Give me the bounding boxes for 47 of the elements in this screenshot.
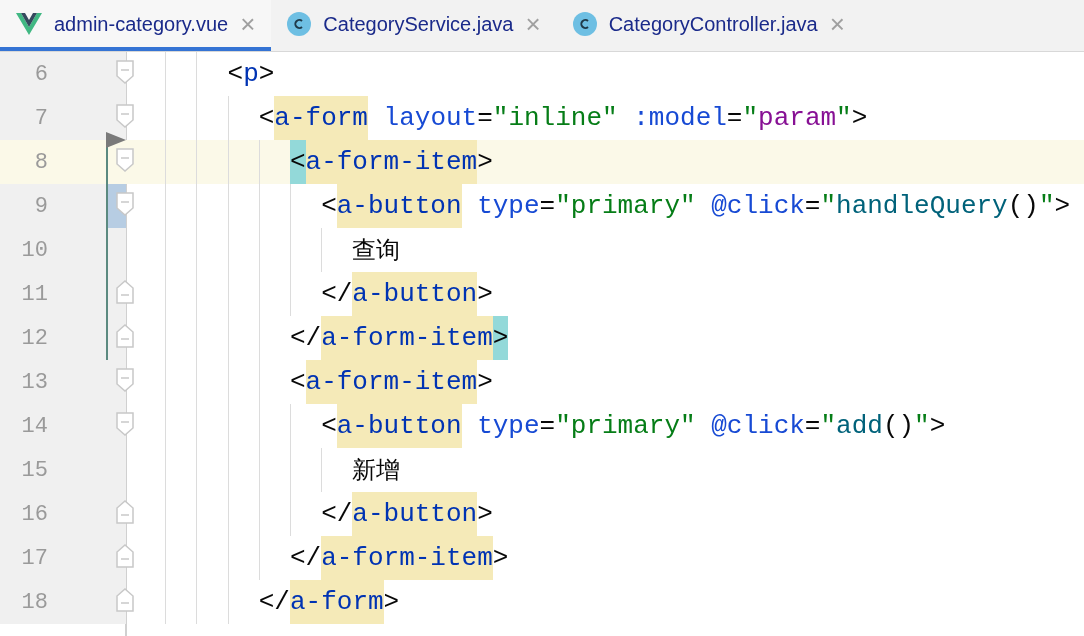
line-number: 14	[20, 412, 48, 441]
tab-label: admin-category.vue	[54, 11, 229, 37]
editor-tab[interactable]: CategoryService.java ×	[271, 0, 557, 51]
code-line: <a-form layout="inline" :model="param">	[258, 96, 868, 140]
vue-logo-icon	[16, 12, 42, 35]
fold-end-marker-icon[interactable]	[116, 500, 134, 524]
line-number: 15	[20, 456, 48, 485]
code-line: <p>	[227, 57, 275, 91]
fold-marker-icon[interactable]	[116, 148, 134, 172]
line-number: 18	[20, 588, 48, 617]
line-number: 10	[20, 236, 48, 265]
fold-end-marker-icon[interactable]	[116, 544, 134, 568]
line-number: 16	[20, 500, 48, 529]
fold-marker-icon[interactable]	[116, 412, 134, 436]
fold-end-marker-icon[interactable]	[116, 280, 134, 304]
code-line: </a-form-item>	[289, 316, 509, 360]
code-line: <a-form-item>	[289, 140, 493, 184]
fold-marker-icon[interactable]	[116, 192, 134, 216]
line-number: 11	[20, 280, 48, 309]
fold-end-marker-icon[interactable]	[116, 324, 134, 348]
tab-label: CategoryService.java	[323, 11, 514, 37]
fold-marker-icon[interactable]	[116, 60, 134, 84]
code-line: </a-button>	[321, 492, 493, 536]
editor-tab[interactable]: admin-category.vue ×	[0, 0, 272, 51]
code-line: </a-form-item>	[289, 536, 509, 580]
triangle-marker-icon	[106, 132, 126, 148]
tab-label: CategoryController.java	[608, 11, 818, 37]
line-number: 9	[33, 192, 48, 221]
fold-end-marker-icon[interactable]	[116, 588, 134, 612]
fold-marker-icon[interactable]	[116, 104, 134, 128]
line-number: 6	[33, 60, 48, 89]
code-line: <a-button type="primary" @click="handleQuery()">	[321, 184, 1071, 228]
class-icon	[572, 11, 597, 36]
line-number: 8	[33, 148, 48, 177]
code-line: 新增	[352, 455, 401, 486]
editor-tab[interactable]: CategoryController.java ×	[556, 0, 861, 51]
line-number: 13	[20, 368, 48, 397]
code-line: </a-button>	[321, 272, 493, 316]
fold-marker-icon[interactable]	[116, 368, 134, 392]
class-icon	[287, 11, 312, 36]
line-number: 17	[20, 544, 48, 573]
line-number: 12	[20, 324, 48, 353]
code-line: </a-form>	[258, 580, 400, 624]
code-line: <a-form-item>	[289, 360, 493, 404]
line-number: 7	[33, 104, 48, 133]
code-line: 查询	[352, 235, 401, 266]
code-line: <a-button type="primary" @click="add()">	[321, 404, 946, 448]
